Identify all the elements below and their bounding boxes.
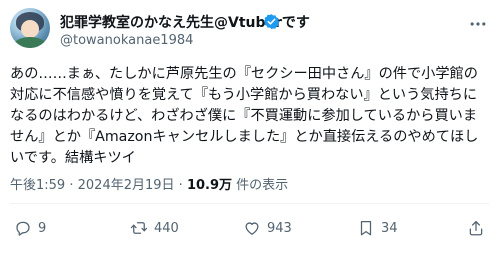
like-count: 943 — [267, 220, 292, 236]
meta-separator: · — [178, 178, 183, 193]
avatar-body — [14, 37, 46, 48]
tweet-time[interactable]: 午後1:59 — [10, 178, 65, 193]
tweet-text: あの……まぁ、たしかに芦原先生の『セクシー田中さん』の件で小学館の 対応に不信感… — [10, 64, 492, 169]
tweet-date[interactable]: 2024年2月19日 — [78, 178, 175, 193]
bookmark-button[interactable]: 34 — [357, 219, 398, 237]
views-count: 10.9万 — [186, 178, 233, 193]
user-handle[interactable]: @towanokanae1984 — [60, 33, 193, 48]
heart-icon — [245, 222, 259, 235]
bookmark-icon — [360, 220, 372, 236]
tweet-card: 犯罪学教室のかなえ先生@Vtuberです @towanokanae1984 あの… — [0, 0, 499, 258]
tweet-text-line: なるのはわかるけど、わざわざ僕に『不買運動に参加しているから買いま — [10, 108, 478, 124]
bookmark-count: 34 — [381, 220, 398, 236]
retweet-count: 440 — [154, 220, 179, 236]
like-button[interactable]: 943 — [243, 219, 292, 237]
views-label: 件の表示 — [236, 178, 289, 193]
avatar-face — [21, 20, 39, 38]
avatar[interactable] — [10, 8, 50, 48]
reply-count: 9 — [38, 220, 47, 236]
tweet-text-line: あの……まぁ、たしかに芦原先生の『セクシー田中さん』の件で小学館の — [10, 66, 478, 82]
retweet-button[interactable]: 440 — [130, 219, 179, 237]
tweet-meta: 午後1:59 · 2024年2月19日 · 10.9万 件の表示 — [10, 174, 288, 193]
tweet-text-line: いです。結構キツイ — [10, 150, 136, 166]
retweet-icon — [130, 222, 148, 234]
share-button[interactable] — [467, 219, 485, 237]
divider — [10, 203, 489, 204]
share-icon — [469, 220, 483, 236]
tweet-text-line: せん』とか『Amazonキャンセルしました』とか直接伝えるのやめてほし — [10, 129, 479, 145]
reply-button[interactable]: 9 — [14, 219, 46, 237]
meta-separator: · — [69, 178, 74, 193]
verified-badge-icon — [263, 14, 280, 29]
reply-icon — [16, 221, 30, 236]
tweet-text-line: 対応に不信感や憤りを覚えて『もう小学館から買わない』という気持ちに — [10, 87, 478, 103]
more-horizontal-icon[interactable] — [468, 14, 488, 34]
